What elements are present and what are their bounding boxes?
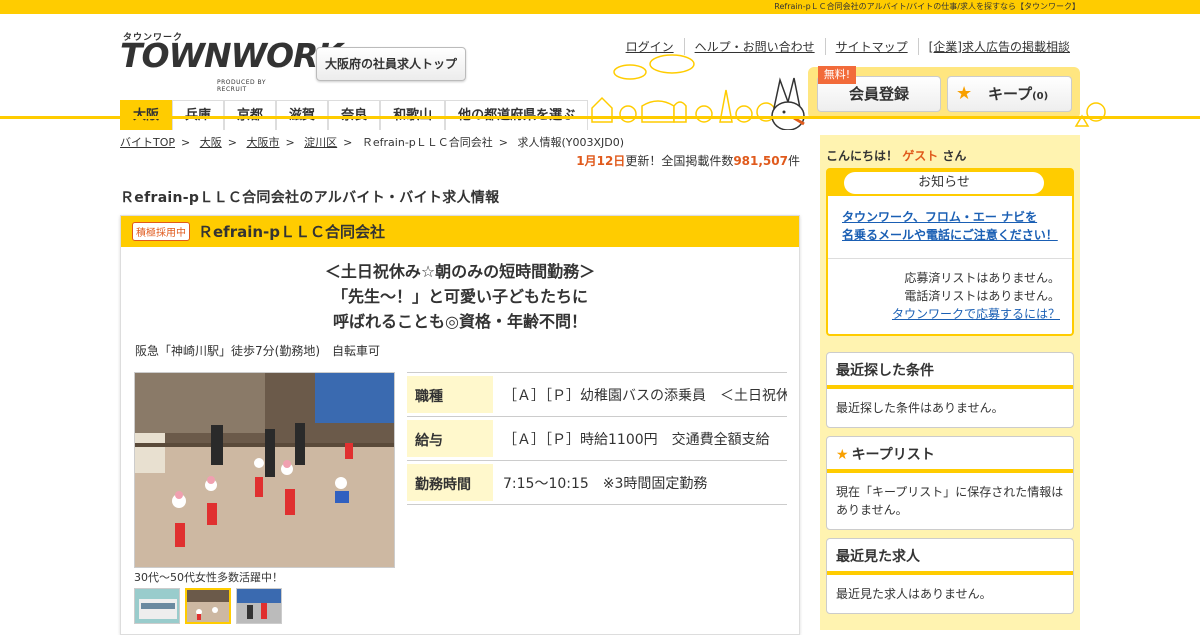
breadcrumb-company: Ｒefrain-pＬＬＣ合同会社 — [361, 136, 493, 149]
panel-title: 最近見た求人 — [827, 539, 1073, 575]
table-row: 勤務時間 7:15～10:15 ※3時間固定勤務 — [407, 461, 787, 505]
tab-hyogo[interactable]: 兵庫 — [172, 100, 225, 130]
notice-box: お知らせ タウンワーク、フロム・エー ナビを 名乗るメールや電話にご注意ください… — [826, 168, 1074, 336]
job-card: 積極採用中 Ｒefrain-pＬＬＣ合同会社 ＜土日祝休み☆朝のみの短時間勤務＞… — [120, 215, 800, 635]
page-title: Ｒefrain-pＬＬＣ合同会社のアルバイト・バイト求人情報 — [120, 190, 500, 206]
panel-header: ★ キープリスト — [827, 437, 1073, 473]
notice-status: 応募済リストはありません。 電話済リストはありません。 タウンワークで応募するに… — [828, 259, 1072, 323]
company-name[interactable]: Ｒefrain-pＬＬＣ合同会社 — [198, 221, 385, 242]
panel-body: 最近探した条件はありません。 — [836, 401, 1004, 415]
tab-nara[interactable]: 奈良 — [328, 100, 381, 130]
listing-unit: 件 — [787, 154, 800, 168]
logo-produced-by: PRODUCED BY RECRUIT — [217, 79, 266, 93]
greeting-suffix: さん — [942, 149, 967, 163]
star-icon: ★ — [836, 447, 849, 463]
breadcrumb-top[interactable]: バイトTOP — [120, 136, 175, 149]
thumbnail[interactable] — [134, 588, 180, 624]
update-info: 1月12日更新！全国掲載件数981,507件 — [120, 152, 800, 169]
photo-thumbnails — [134, 588, 282, 624]
prefecture-tabs: 大阪 兵庫 京都 滋賀 奈良 和歌山 他の都道府県を選ぶ — [120, 100, 589, 130]
sidebar: こんにちは！ ゲスト さん お知らせ タウンワーク、フロム・エー ナビを 名乗る… — [820, 135, 1080, 630]
breadcrumb-current: 求人情報(Y003XJD0) — [517, 136, 625, 149]
greeting-prefix: こんにちは！ — [826, 149, 899, 163]
panel-title: キープリスト — [851, 447, 935, 463]
job-catchcopy: ＜土日祝休み☆朝のみの短時間勤務＞ 「先生～！」と可愛い子どもたちに 呼ばれるこ… — [121, 259, 799, 334]
main-content: バイトTOP > 大阪 > 大阪市 > 淀川区 > Ｒefrain-pＬＬＣ合同会社 > … — [120, 134, 800, 635]
update-text: 更新！全国掲載件数 — [625, 154, 734, 168]
tab-other-prefectures[interactable]: 他の都道府県を選ぶ — [445, 100, 589, 130]
table-row: 職種 ［Ａ］［Ｐ］幼稚園バスの添乗員 ＜土日祝休み＞ — [407, 373, 787, 417]
how-to-apply-link[interactable]: タウンワークで応募するには？ — [892, 307, 1060, 321]
recent-viewed-panel: 最近見た求人 最近見た求人はありません。 — [826, 538, 1074, 614]
breadcrumb: バイトTOP > 大阪 > 大阪市 > 淀川区 > Ｒefrain-pＬＬＣ合同会社 > … — [120, 136, 625, 149]
keep-list-panel: ★ キープリスト 現在「キープリスト」に保存された情報はありません。 — [826, 436, 1074, 530]
update-date: 1月12日 — [576, 154, 626, 168]
breadcrumb-yodogawa[interactable]: 淀川区 — [304, 136, 337, 149]
keep-button[interactable]: ★ キープ(0) — [947, 76, 1072, 112]
breadcrumb-osaka-city[interactable]: 大阪市 — [246, 136, 279, 149]
panel-title: 最近探した条件 — [827, 353, 1073, 389]
catch-line: ＜土日祝休み☆朝のみの短時間勤務＞ — [324, 262, 596, 281]
tab-osaka[interactable]: 大阪 — [120, 100, 173, 130]
breadcrumb-osaka[interactable]: 大阪 — [200, 136, 222, 149]
applied-list-status: 応募済リストはありません。 — [904, 271, 1060, 285]
thumbnail-selected[interactable] — [185, 588, 231, 624]
tab-shiga[interactable]: 滋賀 — [276, 100, 329, 130]
star-icon: ★ — [956, 83, 973, 104]
thumbnail[interactable] — [236, 588, 282, 624]
top-strip: Refrain-pＬＣ合同会社のアルバイト/バイトの仕事/求人を探すなら【タウン… — [0, 0, 1200, 14]
panel-body: 現在「キープリスト」に保存された情報はありません。 — [836, 485, 1064, 517]
row-value-job-type: ［Ａ］［Ｐ］幼稚園バスの添乗員 ＜土日祝休み＞ — [503, 387, 787, 404]
townwork-logo[interactable]: タウンワーク TOWNWORK PRODUCED BY RECRUIT — [120, 28, 343, 93]
row-value-salary: ［Ａ］［Ｐ］時給1100円 交通費全額支給 — [503, 431, 770, 448]
notice-title: お知らせ — [844, 172, 1044, 194]
tab-wakayama[interactable]: 和歌山 — [380, 100, 446, 130]
row-label-hours: 勤務時間 — [407, 464, 493, 501]
logo-word: TOWNWORK — [120, 36, 343, 75]
keep-label: キープ — [988, 85, 1033, 103]
guest-name: ゲスト — [902, 149, 939, 163]
tab-kyoto[interactable]: 京都 — [224, 100, 277, 130]
called-list-status: 電話済リストはありません。 — [904, 289, 1060, 303]
listing-count: 981,507 — [733, 154, 788, 168]
job-access: 阪急「神崎川駅」徒歩7分(勤務地) 自転車可 — [135, 344, 380, 358]
site-header: タウンワーク TOWNWORK PRODUCED BY RECRUIT 大阪府の… — [0, 14, 1200, 130]
job-card-header: 積極採用中 Ｒefrain-pＬＬＣ合同会社 — [121, 216, 799, 247]
job-photo[interactable] — [134, 372, 395, 568]
notice-warning-link[interactable]: タウンワーク、フロム・エー ナビを 名乗るメールや電話にご注意ください！ — [828, 196, 1072, 244]
kindergarten-photo — [135, 373, 394, 567]
table-row: 給与 ［Ａ］［Ｐ］時給1100円 交通費全額支給 — [407, 417, 787, 461]
recent-search-panel: 最近探した条件 最近探した条件はありません。 — [826, 352, 1074, 428]
panel-body: 最近見た求人はありません。 — [836, 587, 992, 601]
notice-link-line: タウンワーク、フロム・エー ナビを — [842, 210, 1038, 224]
keep-count: (0) — [1032, 91, 1049, 102]
catch-line: 呼ばれることも◎資格・年齢不問！ — [333, 312, 587, 331]
notice-link-line: 名乗るメールや電話にご注意ください！ — [842, 228, 1058, 242]
free-badge: 無料! — [818, 66, 856, 84]
active-recruiting-badge: 積極採用中 — [132, 222, 190, 241]
header-rule — [0, 116, 1200, 119]
pref-top-button[interactable]: 大阪府の社員求人トップ — [316, 47, 466, 81]
row-value-hours: 7:15～10:15 ※3時間固定勤務 — [503, 475, 708, 492]
row-label-job-type: 職種 — [407, 376, 493, 413]
catch-line: 「先生～！」と可愛い子どもたちに — [331, 287, 588, 306]
job-info-table: 職種 ［Ａ］［Ｐ］幼稚園バスの添乗員 ＜土日祝休み＞ 給与 ［Ａ］［Ｐ］時給11… — [407, 372, 787, 505]
row-label-salary: 給与 — [407, 420, 493, 457]
photo-caption: 30代～50代女性多数活躍中！ — [134, 571, 283, 584]
greeting: こんにちは！ ゲスト さん — [820, 135, 1080, 164]
